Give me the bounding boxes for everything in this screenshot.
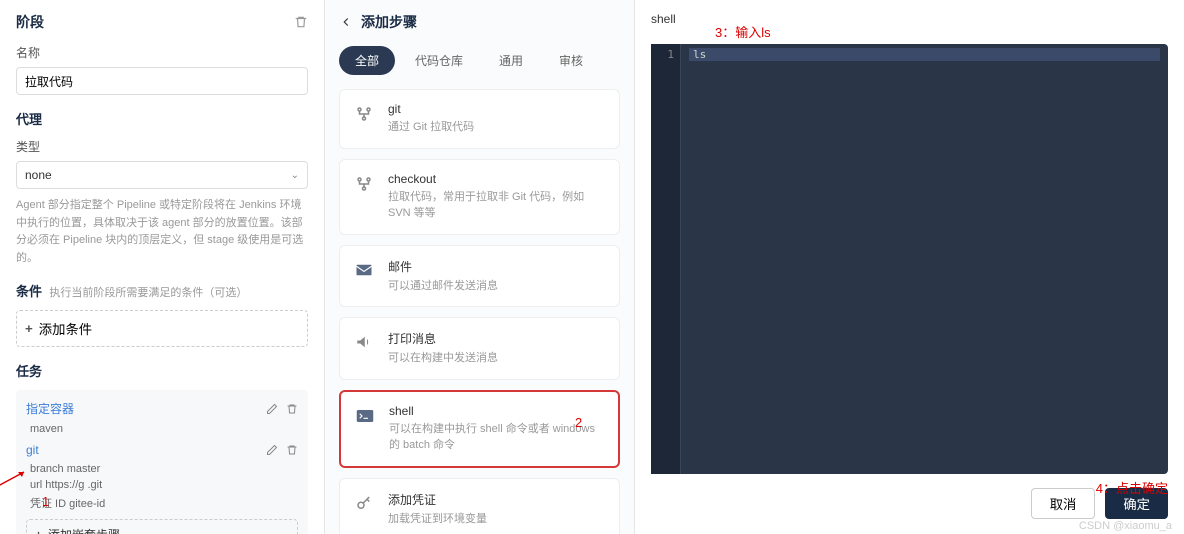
editor-content[interactable]: ls — [681, 44, 1168, 474]
annotation-arrow — [0, 468, 28, 488]
task-title: 任务 — [16, 361, 308, 380]
task-detail: 凭证 ID gitee-id — [30, 495, 298, 511]
tab-review[interactable]: 审核 — [543, 46, 599, 75]
code-line: ls — [689, 48, 1160, 61]
add-condition-button[interactable]: + 添加条件 — [16, 310, 308, 347]
tab-general[interactable]: 通用 — [483, 46, 539, 75]
edit-icon[interactable] — [266, 403, 278, 415]
step-mail[interactable]: 邮件 可以通过邮件发送消息 — [339, 245, 620, 308]
annotation-2: 2 — [575, 415, 582, 430]
task-detail: maven — [30, 423, 298, 435]
edit-icon[interactable] — [266, 444, 278, 456]
watermark: CSDN @xiaomu_a — [1079, 520, 1172, 532]
line-number: 1 — [657, 48, 674, 61]
step-title: 邮件 — [388, 258, 607, 275]
step-title: git — [388, 102, 607, 116]
step-desc: 可以在构建中执行 shell 命令或者 windows 的 batch 命令 — [389, 421, 606, 454]
branch-icon — [352, 172, 376, 196]
step-title: 打印消息 — [388, 330, 607, 347]
stage-title: 阶段 — [16, 12, 44, 32]
annotation-4: 4：点击确定 — [1096, 478, 1168, 497]
type-value: none — [25, 168, 52, 182]
plus-icon: + — [25, 321, 33, 336]
horn-icon — [352, 330, 376, 354]
task-detail: url https://g .git — [30, 479, 298, 491]
chevron-down-icon: ⌄ — [291, 170, 299, 181]
key-icon — [352, 491, 376, 515]
step-title: checkout — [388, 172, 607, 186]
add-nested-label: 添加嵌套步骤 — [48, 526, 120, 534]
cancel-button[interactable]: 取消 — [1031, 488, 1096, 519]
terminal-icon — [353, 404, 377, 428]
trash-icon[interactable] — [294, 15, 308, 29]
task-detail: branch master — [30, 463, 298, 475]
task-container: 指定容器 maven git branch master url https:/… — [16, 390, 308, 534]
annotation-1: 1 — [42, 494, 49, 509]
agent-title: 代理 — [16, 109, 308, 128]
condition-hint: 执行当前阶段所需要满足的条件（可选） — [49, 287, 247, 299]
plus-icon: + — [35, 528, 42, 534]
step-title: shell — [389, 404, 606, 418]
step-desc: 拉取代码，常用于拉取非 Git 代码，例如 SVN 等等 — [388, 189, 607, 222]
step-desc: 可以通过邮件发送消息 — [388, 278, 607, 295]
trash-icon[interactable] — [286, 403, 298, 415]
task-name[interactable]: 指定容器 — [26, 400, 74, 417]
step-desc: 加载凭证到环境变量 — [388, 511, 607, 528]
step-desc: 通过 Git 拉取代码 — [388, 119, 607, 136]
tab-repo[interactable]: 代码仓库 — [399, 46, 479, 75]
step-print[interactable]: 打印消息 可以在构建中发送消息 — [339, 317, 620, 380]
name-label: 名称 — [16, 44, 308, 61]
type-select[interactable]: none ⌄ — [16, 161, 308, 189]
condition-title: 条件 — [16, 284, 42, 299]
editor-gutter: 1 — [651, 44, 681, 474]
task-name[interactable]: git — [26, 443, 39, 457]
tab-all[interactable]: 全部 — [339, 46, 395, 75]
back-arrow-icon[interactable] — [339, 15, 353, 29]
name-input[interactable] — [16, 67, 308, 95]
step-credential[interactable]: 添加凭证 加载凭证到环境变量 — [339, 478, 620, 534]
code-editor[interactable]: 1 ls — [651, 44, 1168, 474]
step-git[interactable]: git 通过 Git 拉取代码 — [339, 89, 620, 149]
add-step-title: 添加步骤 — [361, 12, 417, 32]
agent-help: Agent 部分指定整个 Pipeline 或特定阶段将在 Jenkins 环境… — [16, 197, 308, 267]
annotation-3: 3：输入ls — [715, 22, 771, 41]
trash-icon[interactable] — [286, 444, 298, 456]
add-nested-step-button[interactable]: + 添加嵌套步骤 — [26, 519, 298, 534]
step-desc: 可以在构建中发送消息 — [388, 350, 607, 367]
type-label: 类型 — [16, 138, 308, 155]
branch-icon — [352, 102, 376, 126]
step-title: 添加凭证 — [388, 491, 607, 508]
add-condition-label: 添加条件 — [39, 319, 92, 338]
step-checkout[interactable]: checkout 拉取代码，常用于拉取非 Git 代码，例如 SVN 等等 — [339, 159, 620, 235]
mail-icon — [352, 258, 376, 282]
